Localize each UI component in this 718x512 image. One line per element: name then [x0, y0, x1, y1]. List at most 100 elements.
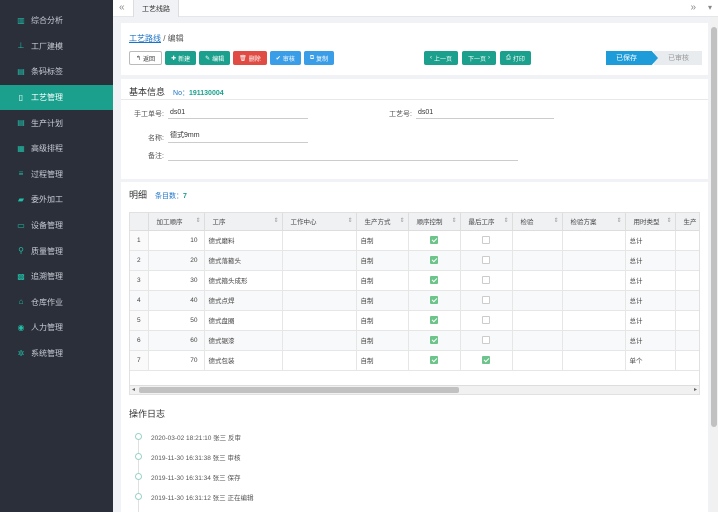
sort-icon[interactable]: ⇕ [503, 217, 508, 224]
table-row[interactable]: 6 60 德式锯漆 自制 总计 [130, 330, 699, 351]
cell-center[interactable] [282, 350, 357, 371]
sidebar-item-3[interactable]: ▯ 工艺管理 [0, 84, 113, 111]
cell-timetype[interactable]: 总计 [625, 270, 676, 291]
order-control-checkbox[interactable] [430, 316, 438, 324]
sort-icon[interactable]: ⇕ [451, 217, 456, 224]
manual-no-field[interactable]: ds01 [168, 109, 308, 119]
cell-plan[interactable] [562, 310, 626, 331]
name-field[interactable]: 德式9mm [168, 130, 308, 143]
cell-inspect[interactable] [512, 230, 563, 251]
cell-plan[interactable] [562, 270, 626, 291]
order-control-checkbox[interactable] [430, 296, 438, 304]
table-row[interactable]: 5 50 德式盘圈 自制 总计 [130, 310, 699, 331]
cell-mode[interactable]: 自制 [356, 310, 409, 331]
order-control-checkbox[interactable] [430, 336, 438, 344]
cell-center[interactable] [282, 310, 357, 331]
sort-icon[interactable]: ⇕ [347, 217, 352, 224]
column-header[interactable]: 检验方案 ⇕ [562, 213, 626, 231]
cell-timetype[interactable]: 单个 [625, 350, 676, 371]
sidebar-item-10[interactable]: ▩ 追溯管理 [0, 264, 113, 290]
table-row[interactable]: 2 20 德式落箍头 自制 总计 [130, 250, 699, 271]
cell-proc[interactable]: 德式箍头成形 [204, 270, 283, 291]
print-button[interactable]: ⎙ 打印 [500, 51, 531, 65]
prev-page-button[interactable]: ‹ 上一页 [424, 51, 459, 65]
collapse-sidebar-icon[interactable]: « [119, 2, 125, 13]
cell-n[interactable]: 3 [130, 270, 149, 291]
edit-button[interactable]: ✎ 编辑 [199, 51, 231, 65]
cell-proc[interactable]: 德式锯漆 [204, 330, 283, 351]
sidebar-item-9[interactable]: ⚲ 质量管理 [0, 238, 113, 264]
cell-proc[interactable]: 德式磨料 [204, 230, 283, 251]
column-header[interactable]: 顺序控制 ⇕ [408, 213, 461, 231]
cell-inspect[interactable] [512, 310, 563, 331]
page-scrollbar[interactable] [710, 17, 718, 512]
cell-plan[interactable] [562, 330, 626, 351]
cell-center[interactable] [282, 250, 357, 271]
new-button[interactable]: ✚ 新建 [165, 51, 197, 65]
cell-inspect[interactable] [512, 270, 563, 291]
last-process-checkbox[interactable] [482, 276, 490, 284]
cell-n[interactable]: 1 [130, 230, 149, 251]
column-header[interactable]: 加工顺序 ⇕ [148, 213, 205, 231]
sidebar-item-2[interactable]: ▤ 条码标签 [0, 59, 113, 85]
cell-mode[interactable]: 自制 [356, 330, 409, 351]
cell-mode[interactable]: 自制 [356, 250, 409, 271]
page-scroll-thumb[interactable] [711, 27, 717, 427]
column-header[interactable]: 工作中心 ⇕ [282, 213, 357, 231]
sort-icon[interactable]: ⇕ [616, 217, 621, 224]
cell-inspect[interactable] [512, 350, 563, 371]
cell-timetype[interactable]: 总计 [625, 310, 676, 331]
cell-timetype[interactable]: 总计 [625, 230, 676, 251]
cell-timetype[interactable]: 总计 [625, 330, 676, 351]
delete-button[interactable]: 🗑 删除 [233, 51, 267, 65]
sidebar-item-6[interactable]: ≡ 过程管理 [0, 162, 113, 188]
cell-inspect[interactable] [512, 330, 563, 351]
last-process-checkbox[interactable] [482, 336, 490, 344]
table-row[interactable]: 7 70 德式包装 自制 单个 [130, 350, 699, 371]
sidebar-item-12[interactable]: ◉ 人力管理 [0, 315, 113, 341]
cell-proc[interactable]: 德式包装 [204, 350, 283, 371]
cell-inspect[interactable] [512, 250, 563, 271]
cell-mode[interactable]: 自制 [356, 350, 409, 371]
scroll-left-icon[interactable]: ◂ [132, 386, 135, 393]
column-header[interactable] [130, 213, 149, 231]
column-header[interactable]: 最后工序 ⇕ [460, 213, 513, 231]
order-control-checkbox[interactable] [430, 256, 438, 264]
cell-seq[interactable]: 10 [148, 230, 205, 251]
cell-center[interactable] [282, 330, 357, 351]
cell-center[interactable] [282, 290, 357, 311]
remark-field[interactable] [168, 151, 518, 161]
sort-icon[interactable]: ⇕ [553, 217, 558, 224]
cell-proc[interactable]: 德式盘圈 [204, 310, 283, 331]
last-process-checkbox[interactable] [482, 316, 490, 324]
cell-seq[interactable]: 30 [148, 270, 205, 291]
cell-seq[interactable]: 60 [148, 330, 205, 351]
table-row[interactable]: 3 30 德式箍头成形 自制 总计 [130, 270, 699, 291]
table-row[interactable]: 4 40 德式点焊 自制 总计 [130, 290, 699, 311]
sort-icon[interactable]: ⇕ [399, 217, 404, 224]
cell-seq[interactable]: 50 [148, 310, 205, 331]
sidebar-item-7[interactable]: ▰ 委外加工 [0, 187, 113, 213]
column-header[interactable]: 生产 [675, 213, 699, 231]
cell-proc[interactable]: 德式落箍头 [204, 250, 283, 271]
sidebar-item-4[interactable]: ▤ 生产计划 [0, 110, 113, 136]
tab-craft-route[interactable]: 工艺线路 [133, 0, 179, 17]
sort-icon[interactable]: ⇕ [666, 217, 671, 224]
cell-seq[interactable]: 20 [148, 250, 205, 271]
last-process-checkbox[interactable] [482, 236, 490, 244]
cell-proc[interactable]: 德式点焊 [204, 290, 283, 311]
table-row[interactable]: 1 10 德式磨料 自制 总计 [130, 230, 699, 251]
cell-seq[interactable]: 70 [148, 350, 205, 371]
cell-seq[interactable]: 40 [148, 290, 205, 311]
cell-center[interactable] [282, 270, 357, 291]
cell-center[interactable] [282, 230, 357, 251]
last-process-checkbox[interactable] [482, 356, 490, 364]
column-header[interactable]: 生产方式 ⇕ [356, 213, 409, 231]
craft-no-field[interactable]: ds01 [416, 109, 554, 119]
cell-n[interactable]: 2 [130, 250, 149, 271]
sort-icon[interactable]: ⇕ [273, 217, 278, 224]
cell-plan[interactable] [562, 290, 626, 311]
cell-inspect[interactable] [512, 290, 563, 311]
cell-n[interactable]: 6 [130, 330, 149, 351]
cell-plan[interactable] [562, 250, 626, 271]
